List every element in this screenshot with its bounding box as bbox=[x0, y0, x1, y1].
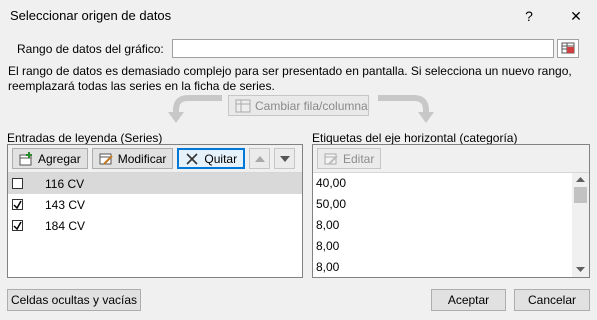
checkmark-icon bbox=[13, 221, 22, 230]
move-up-button[interactable] bbox=[249, 148, 271, 169]
triangle-down-icon bbox=[279, 155, 290, 162]
switch-label: Cambiar fila/columna bbox=[255, 98, 368, 113]
edit-series-icon bbox=[99, 153, 113, 165]
move-down-button[interactable] bbox=[274, 148, 296, 169]
help-button[interactable]: ? bbox=[518, 5, 540, 27]
cancel-button[interactable]: Cancelar bbox=[514, 289, 590, 311]
range-select-icon bbox=[561, 42, 575, 54]
hidden-cells-button[interactable]: Celdas ocultas y vacías bbox=[7, 289, 141, 311]
range-collapse-button[interactable] bbox=[557, 39, 579, 58]
add-series-label: Agregar bbox=[38, 151, 81, 166]
scroll-up-icon[interactable] bbox=[576, 177, 585, 183]
right-curved-arrow-icon bbox=[378, 95, 434, 123]
legend-section-title: Entradas de leyenda (Series) bbox=[7, 131, 163, 145]
edit-axis-label: Editar bbox=[343, 151, 375, 166]
series-label: 143 CV bbox=[45, 197, 86, 212]
category-item[interactable]: 8,00 bbox=[313, 257, 589, 278]
scroll-down-icon[interactable] bbox=[576, 267, 585, 273]
legend-toolbar: Agregar Modificar Quitar bbox=[8, 145, 302, 173]
checkmark-icon bbox=[13, 200, 22, 209]
series-checkbox[interactable] bbox=[12, 178, 23, 189]
dialog-title: Seleccionar origen de datos bbox=[10, 8, 172, 23]
triangle-up-icon bbox=[254, 155, 265, 162]
series-label: 184 CV bbox=[45, 218, 86, 233]
category-list: 40,00 50,00 8,00 8,00 8,00 bbox=[313, 173, 589, 277]
category-item[interactable]: 8,00 bbox=[313, 215, 589, 236]
switch-row-column-button[interactable]: Cambiar fila/columna bbox=[228, 95, 369, 116]
edit-series-button[interactable]: Modificar bbox=[91, 148, 174, 169]
message-line-2: reemplazará todas las series en la ficha… bbox=[8, 79, 275, 93]
range-input[interactable] bbox=[172, 39, 554, 58]
remove-series-icon bbox=[186, 152, 198, 165]
category-item[interactable]: 50,00 bbox=[313, 194, 589, 215]
close-button[interactable]: ✕ bbox=[565, 5, 587, 27]
axis-panel: Editar 40,00 50,00 8,00 8,00 8,00 bbox=[312, 144, 590, 278]
message-line-1: El rango de datos es demasiado complejo … bbox=[8, 64, 572, 78]
axis-toolbar: Editar bbox=[313, 145, 589, 173]
category-item[interactable]: 8,00 bbox=[313, 236, 589, 257]
range-label-text: Rango de datos del gráfico: bbox=[17, 42, 164, 56]
remove-series-button[interactable]: Quitar bbox=[177, 148, 246, 169]
complex-range-message: El rango de datos es demasiado complejo … bbox=[8, 64, 588, 94]
legend-panel: Agregar Modificar Quitar 116 CV 143 CV 1… bbox=[7, 144, 303, 278]
series-checkbox[interactable] bbox=[12, 199, 23, 210]
add-series-button[interactable]: Agregar bbox=[12, 148, 88, 169]
category-item[interactable]: 40,00 bbox=[313, 173, 589, 194]
series-row[interactable]: 143 CV bbox=[8, 194, 302, 215]
switch-icon bbox=[235, 99, 251, 112]
series-list: 116 CV 143 CV 184 CV bbox=[8, 173, 302, 236]
category-scrollbar[interactable] bbox=[572, 173, 589, 277]
axis-section-title: Etiquetas del eje horizontal (categoría) bbox=[312, 131, 518, 145]
series-label: 116 CV bbox=[45, 176, 85, 191]
remove-series-label: Quitar bbox=[204, 151, 238, 166]
scroll-thumb[interactable] bbox=[574, 187, 587, 203]
edit-axis-button[interactable]: Editar bbox=[317, 148, 382, 169]
left-curved-arrow-icon bbox=[168, 95, 222, 123]
ok-button[interactable]: Aceptar bbox=[431, 289, 506, 311]
series-row[interactable]: 184 CV bbox=[8, 215, 302, 236]
edit-axis-icon bbox=[324, 153, 338, 165]
edit-series-label: Modificar bbox=[117, 151, 167, 166]
add-series-icon bbox=[19, 151, 32, 165]
series-row[interactable]: 116 CV bbox=[8, 173, 302, 194]
range-label: Rango de datos del gráfico: bbox=[17, 42, 164, 56]
series-checkbox[interactable] bbox=[12, 220, 23, 231]
